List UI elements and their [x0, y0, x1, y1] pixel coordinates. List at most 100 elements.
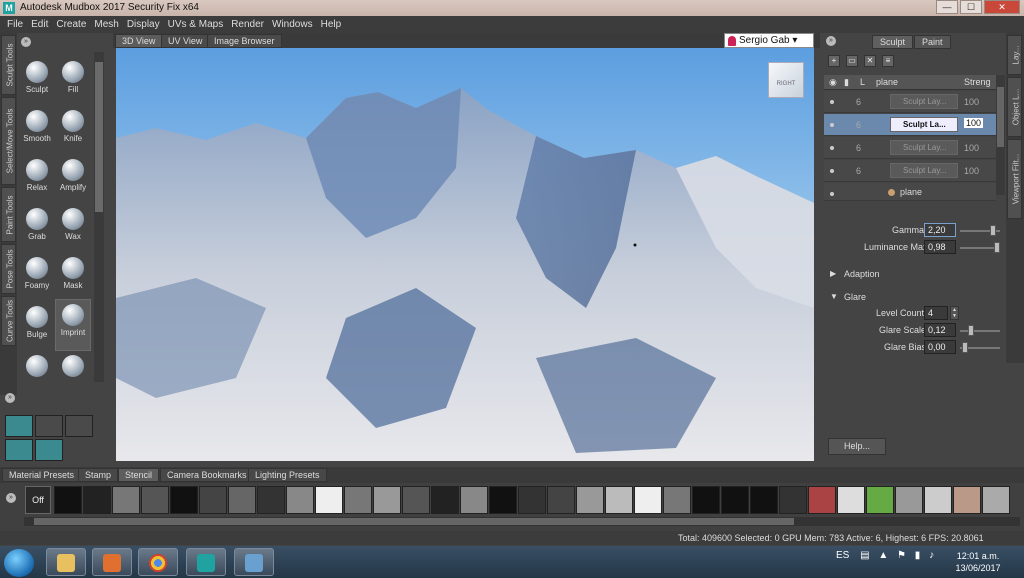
tab-3d-view[interactable]: 3D View	[115, 34, 163, 48]
menu-edit[interactable]: Edit	[27, 16, 52, 33]
slider-knob[interactable]	[994, 242, 1000, 253]
stencil-thumbnail[interactable]	[54, 486, 82, 514]
3d-viewport[interactable]: RIGHT	[116, 48, 814, 461]
tab-stamp[interactable]: Stamp	[78, 468, 119, 482]
tool-sculpt[interactable]: Sculpt	[19, 57, 55, 105]
luminance-max-field[interactable]: 0,98	[924, 240, 956, 254]
tab-uv-view[interactable]: UV View	[161, 34, 210, 48]
falloff-collapse-icon[interactable]: »	[5, 393, 15, 403]
stencil-thumbnail[interactable]	[83, 486, 111, 514]
stencil-thumbnail[interactable]	[431, 486, 459, 514]
level-count-stepper[interactable]: 4	[924, 306, 948, 320]
stencil-thumbnail[interactable]	[460, 486, 488, 514]
glare-bias-slider[interactable]	[960, 342, 1000, 353]
stencil-thumbnail[interactable]	[344, 486, 372, 514]
taskbar-chrome[interactable]	[138, 548, 178, 576]
gamma-slider[interactable]	[960, 225, 1000, 236]
stencil-thumbnail[interactable]	[141, 486, 169, 514]
tool-foamy[interactable]: Foamy	[19, 253, 55, 301]
gamma-field[interactable]: 2,20	[924, 223, 956, 237]
tab-lighting-presets[interactable]: Lighting Presets	[248, 468, 327, 482]
help-button[interactable]: Help...	[828, 438, 886, 455]
stencil-thumbnail[interactable]	[837, 486, 865, 514]
stencil-thumbnail[interactable]	[112, 486, 140, 514]
stencil-thumbnail[interactable]	[895, 486, 923, 514]
language-indicator[interactable]: ES	[836, 550, 849, 561]
scrollbar-thumb[interactable]	[34, 518, 794, 525]
stencil-thumbnail[interactable]	[257, 486, 285, 514]
taskbar-explorer[interactable]	[46, 548, 86, 576]
tray-arrow-icon[interactable]: ▲	[878, 550, 888, 561]
maximize-button[interactable]: ☐	[960, 0, 982, 14]
stencil-thumbnail[interactable]	[228, 486, 256, 514]
panel-collapse-icon[interactable]: »	[826, 36, 836, 46]
luminance-max-slider[interactable]	[960, 242, 1000, 253]
glare-bias-field[interactable]: 0,00	[924, 340, 956, 354]
scrollbar-thumb[interactable]	[997, 87, 1004, 147]
tool-imprint[interactable]: Imprint	[55, 299, 91, 351]
stencil-thumbnail[interactable]	[402, 486, 430, 514]
tool-amplify[interactable]: Amplify	[55, 155, 91, 203]
slider-knob[interactable]	[962, 342, 968, 353]
taskbar-media-player[interactable]	[92, 548, 132, 576]
tab-material-presets[interactable]: Material Presets	[2, 468, 82, 482]
layer-row[interactable]: 6 Sculpt Lay... 100	[824, 91, 996, 113]
layer-strength[interactable]: 100	[964, 166, 979, 176]
layer-name[interactable]: Sculpt La...	[890, 117, 958, 132]
scrollbar-thumb[interactable]	[95, 62, 103, 212]
tool-relax[interactable]: Relax	[19, 155, 55, 203]
tab-image-browser[interactable]: Image Browser	[207, 34, 282, 48]
stencil-thumbnail[interactable]	[634, 486, 662, 514]
tool-mask[interactable]: Mask	[55, 253, 91, 301]
stencil-thumbnail[interactable]	[982, 486, 1010, 514]
visibility-toggle-icon[interactable]	[830, 169, 834, 173]
tab-sculpt-mode[interactable]: Sculpt	[872, 35, 914, 49]
minimize-button[interactable]: —	[936, 0, 958, 14]
tool-knife[interactable]: Knife	[55, 106, 91, 154]
volume-icon[interactable]: ♪	[929, 550, 934, 561]
slider-knob[interactable]	[990, 225, 996, 236]
falloff-preset[interactable]	[35, 415, 63, 437]
stencil-thumbnail[interactable]	[721, 486, 749, 514]
tab-viewport-filters[interactable]: Viewport Filt...	[1007, 139, 1022, 219]
stencil-thumbnail[interactable]	[953, 486, 981, 514]
tool-tray-scrollbar[interactable]	[94, 52, 104, 382]
view-cube[interactable]: RIGHT	[768, 62, 804, 98]
stencil-thumbnail[interactable]	[779, 486, 807, 514]
tab-curve-tools[interactable]: Curve Tools	[1, 296, 16, 346]
tool-fill[interactable]: Fill	[55, 57, 91, 105]
stencil-thumbnail[interactable]	[489, 486, 517, 514]
tool-extra-2[interactable]	[55, 351, 91, 381]
tab-camera-bookmarks[interactable]: Camera Bookmarks	[160, 468, 254, 482]
tab-paint-mode[interactable]: Paint	[914, 35, 951, 49]
keyboard-icon[interactable]: ▤	[860, 550, 869, 561]
layer-row[interactable]: 6 Sculpt Lay... 100	[824, 137, 996, 159]
tool-wax[interactable]: Wax	[55, 204, 91, 252]
falloff-preset[interactable]	[5, 439, 33, 461]
falloff-preset[interactable]	[65, 415, 93, 437]
start-button[interactable]	[4, 549, 34, 577]
stencil-thumbnail[interactable]	[199, 486, 227, 514]
menu-uvs-maps[interactable]: UVs & Maps	[164, 16, 228, 33]
stencil-thumbnail[interactable]	[605, 486, 633, 514]
falloff-preset[interactable]	[35, 439, 63, 461]
layer-scrollbar[interactable]	[996, 75, 1005, 195]
tab-select-move-tools[interactable]: Select/Move Tools	[1, 97, 16, 185]
visibility-toggle-icon[interactable]	[830, 192, 834, 196]
stencil-thumbnail[interactable]	[663, 486, 691, 514]
glare-scale-field[interactable]: 0,12	[924, 323, 956, 337]
menu-mesh[interactable]: Mesh	[90, 16, 122, 33]
network-icon[interactable]: ▮	[915, 550, 921, 561]
user-account-menu[interactable]: Sergio Gab ▾	[724, 33, 814, 48]
base-layer-row[interactable]: plane	[824, 183, 996, 201]
tool-extra-1[interactable]	[19, 351, 55, 381]
tab-stencil[interactable]: Stencil	[118, 468, 160, 482]
stencil-thumbnail[interactable]	[518, 486, 546, 514]
stencil-thumbnail[interactable]	[286, 486, 314, 514]
stencil-thumbnail[interactable]	[315, 486, 343, 514]
visibility-toggle-icon[interactable]	[830, 123, 834, 127]
layer-strength[interactable]: 100	[964, 97, 979, 107]
stepper-arrows-icon[interactable]: ▲ ▼	[950, 306, 959, 320]
stencil-off-button[interactable]: Off	[25, 486, 51, 514]
visibility-toggle-icon[interactable]	[830, 146, 834, 150]
